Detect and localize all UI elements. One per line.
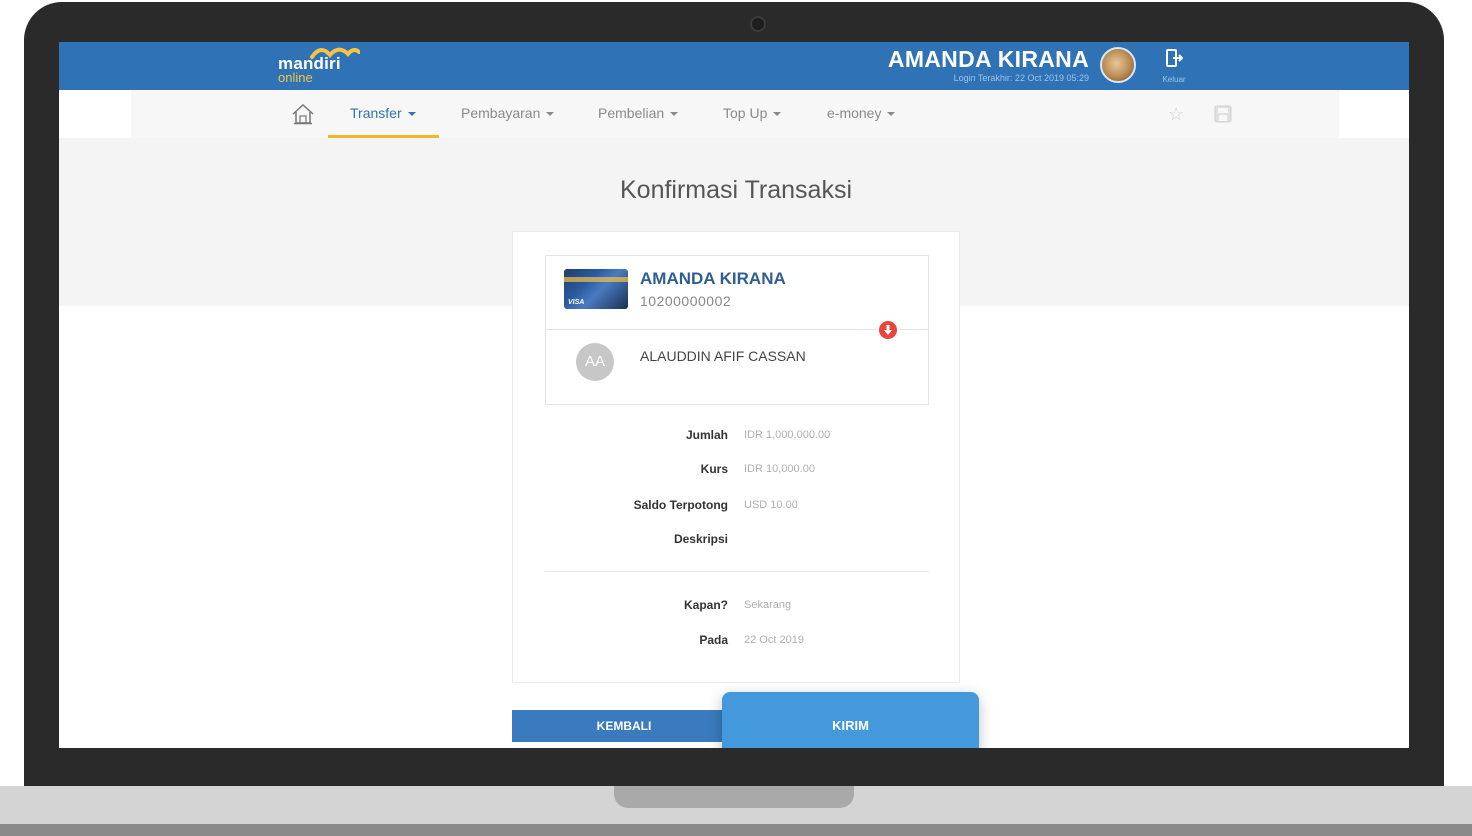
recipient-name: ALAUDDIN AFIF CASSAN (640, 348, 806, 364)
back-button[interactable]: KEMBALI (512, 710, 736, 742)
confirmation-card: VISA AMANDA KIRANA 10200000002 AA ALAUDD… (512, 231, 960, 683)
logout-icon (1166, 49, 1184, 67)
card-stripe (564, 277, 628, 282)
chevron-down-icon (887, 112, 896, 117)
sender-name: AMANDA KIRANA (640, 269, 786, 288)
star-icon[interactable]: ☆ (1168, 104, 1184, 125)
user-avatar[interactable] (1100, 47, 1136, 83)
detail-label-deskripsi: Deskripsi (673, 532, 728, 546)
recipient-row: AA ALAUDDIN AFIF CASSAN (546, 330, 928, 404)
nav-emoney[interactable]: e-money (827, 105, 896, 121)
section-divider (545, 571, 929, 572)
detail-value-jumlah: IDR 1,000,000.00 (744, 429, 831, 441)
logout-button[interactable]: Keluar (1154, 48, 1194, 86)
debit-card-image: VISA (564, 269, 628, 309)
chevron-down-icon (546, 112, 555, 117)
mandiri-logo[interactable]: mandiri online (278, 46, 368, 86)
detail-value-saldo: USD 10.00 (744, 499, 798, 511)
home-icon[interactable] (291, 103, 315, 125)
detail-label-pada: Pada (699, 633, 728, 647)
nav-transfer-label: Transfer (350, 105, 402, 121)
detail-label-kurs: Kurs (700, 462, 728, 476)
detail-value-kurs: IDR 10,000.00 (744, 463, 815, 475)
sender-account-number: 10200000002 (640, 293, 732, 309)
chevron-down-icon (773, 112, 782, 117)
sender-row: VISA AMANDA KIRANA 10200000002 (546, 256, 928, 330)
save-icon[interactable] (1214, 105, 1232, 123)
chevron-down-icon (670, 112, 679, 117)
main-nav: Transfer Pembayaran Pembelian Top Up e-m… (131, 90, 1339, 138)
chevron-down-icon (407, 112, 416, 117)
laptop-notch (614, 786, 854, 808)
nav-emoney-label: e-money (827, 105, 882, 121)
last-login-text: Login Terakhir: 22 Oct 2019 05:29 (953, 73, 1089, 83)
nav-topup-label: Top Up (723, 105, 768, 121)
app-screen: mandiri online AMANDA KIRANA Login Terak… (59, 42, 1409, 748)
laptop-base-shadow (0, 824, 1472, 836)
detail-label-saldo: Saldo Terpotong (633, 498, 728, 512)
logout-label: Keluar (1162, 75, 1186, 84)
recipient-avatar: AA (576, 343, 614, 381)
transfer-parties: VISA AMANDA KIRANA 10200000002 AA ALAUDD… (545, 255, 929, 405)
logo-subtext: online (278, 70, 313, 85)
user-name: AMANDA KIRANA (887, 46, 1089, 72)
nav-topup[interactable]: Top Up (723, 105, 782, 121)
page-title: Konfirmasi Transaksi (619, 176, 853, 204)
top-bar: mandiri online AMANDA KIRANA Login Terak… (59, 42, 1409, 90)
nav-pembelian[interactable]: Pembelian (598, 105, 679, 121)
laptop-mockup: mandiri online AMANDA KIRANA Login Terak… (0, 0, 1472, 836)
detail-label-kapan: Kapan? (683, 598, 728, 612)
detail-value-pada: 22 Oct 2019 (744, 634, 804, 646)
card-brand: VISA (568, 299, 585, 306)
send-button[interactable]: KIRIM (722, 692, 979, 748)
nav-pembayaran-label: Pembayaran (461, 105, 541, 121)
nav-pembayaran[interactable]: Pembayaran (461, 105, 555, 121)
detail-value-kapan: Sekarang (744, 599, 792, 611)
nav-transfer[interactable]: Transfer (350, 105, 416, 121)
nav-pembelian-label: Pembelian (598, 105, 665, 121)
detail-label-jumlah: Jumlah (685, 428, 728, 442)
camera-dot (750, 16, 766, 32)
